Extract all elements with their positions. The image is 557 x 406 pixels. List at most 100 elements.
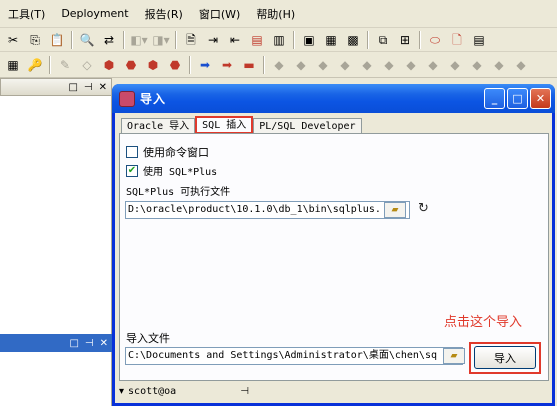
disabled-tool-3-icon[interactable]: ◆ — [314, 56, 332, 74]
toolbar-separator — [263, 55, 265, 74]
pdf-icon[interactable]: 🗋 — [448, 31, 466, 49]
secondary-toolbar: ▦ 🔑 ✎ ◇ ⬢ ⬣ ⬢ ⬣ ➡ ➡ ▬ ◆ ◆ ◆ ◆ ◆ ◆ ◆ ◆ ◆ … — [0, 52, 557, 78]
sqlplus-checkbox[interactable]: ✔ — [126, 164, 138, 177]
sqlplus-label: 使用 SQL*Plus — [143, 167, 218, 178]
maximize-button[interactable]: □ — [507, 88, 528, 109]
cmd-window-label: 使用命令窗口 — [143, 146, 209, 159]
window-icon[interactable]: ▣ — [300, 31, 318, 49]
panel-close-icon[interactable]: ✕ — [100, 338, 108, 349]
import-file-label: 导入文件 — [126, 332, 170, 345]
connection-dropdown-icon[interactable]: ▾ — [119, 386, 124, 397]
pin-icon[interactable]: ⊣ — [240, 386, 249, 397]
menu-bar: 工具(T) Deployment 报告(R) 窗口(W) 帮助(H) — [0, 0, 557, 28]
panel-pin-icon[interactable]: ⊣ — [85, 338, 94, 349]
toolbar-separator — [71, 30, 73, 49]
menu-tools[interactable]: 工具(T) — [0, 6, 53, 22]
disabled-tool-5-icon[interactable]: ◆ — [358, 56, 376, 74]
tab-pane: 使用命令窗口 ✔ 使用 SQL*Plus SQL*Plus 可执行文件 D:\o… — [119, 133, 549, 381]
cmd-window-checkbox[interactable] — [126, 146, 138, 158]
object-browser-area[interactable] — [0, 96, 112, 334]
cube-red-icon[interactable]: ⬢ — [100, 56, 118, 74]
disabled-tool-4-icon[interactable]: ◆ — [336, 56, 354, 74]
tile-icon[interactable]: ▦ — [322, 31, 340, 49]
disabled-tool-12-icon[interactable]: ◆ — [512, 56, 530, 74]
menu-window[interactable]: 窗口(W) — [191, 6, 248, 22]
tab-plsql-developer[interactable]: PL/SQL Developer — [253, 118, 362, 134]
car-icon[interactable]: ▬ — [240, 56, 258, 74]
tab-sql-insert[interactable]: SQL 插入 — [195, 116, 254, 134]
disabled-tool-8-icon[interactable]: ◆ — [424, 56, 442, 74]
left-docked-panel: □ ⊣ ✕ □ ⊣ ✕ — [0, 78, 112, 406]
cube-edit-icon[interactable]: ⬢ — [144, 56, 162, 74]
sqlplus-row[interactable]: ✔ 使用 SQL*Plus — [126, 163, 217, 178]
import-file-path-field[interactable]: C:\Documents and Settings\Administrator\… — [125, 347, 463, 365]
panel-header: □ ⊣ ✕ — [0, 78, 112, 96]
disabled-tool-11-icon[interactable]: ◆ — [490, 56, 508, 74]
import-dialog: 导入 _ □ ✕ Oracle 导入 SQL 插入 PL/SQL Develop… — [112, 84, 555, 406]
find-icon[interactable]: 🔍 — [78, 31, 96, 49]
arrow-right-icon[interactable]: ➡ — [196, 56, 214, 74]
app-icon — [119, 90, 135, 107]
window-list-area[interactable] — [0, 352, 112, 406]
sqlplus-browse-icon[interactable]: ▰ — [384, 202, 406, 218]
grid-icon[interactable]: ⊞ — [396, 31, 414, 49]
sqlplus-exe-label: SQL*Plus 可执行文件 — [126, 187, 231, 198]
connection-label[interactable]: scott@oa — [128, 386, 176, 397]
key-icon[interactable]: 🔑 — [26, 56, 44, 74]
refresh-icon[interactable]: ↻ — [418, 201, 429, 216]
disabled-tool-1-icon[interactable]: ◆ — [270, 56, 288, 74]
toolbar-separator — [367, 30, 369, 49]
properties-icon[interactable]: ▤ — [470, 31, 488, 49]
close-button[interactable]: ✕ — [530, 88, 551, 109]
dialog-title: 导入 — [140, 92, 167, 106]
cut-icon[interactable]: ✂ — [4, 31, 22, 49]
disabled-tool-6-icon[interactable]: ◆ — [380, 56, 398, 74]
tab-oracle-import[interactable]: Oracle 导入 — [121, 118, 196, 134]
sqlplus-path-field[interactable]: D:\oracle\product\10.1.0\db_1\bin\sqlplu… — [125, 201, 410, 219]
paste-icon[interactable]: 📋 — [48, 31, 66, 49]
disabled-tool-10-icon[interactable]: ◆ — [468, 56, 486, 74]
toolbar-separator — [189, 55, 191, 74]
toolbar-separator — [175, 30, 177, 49]
menu-reports[interactable]: 报告(R) — [137, 6, 191, 22]
cmd-window-row[interactable]: 使用命令窗口 — [126, 144, 209, 160]
layout-icon[interactable]: ⧉ — [374, 31, 392, 49]
panel-pin-icon[interactable]: ⊣ — [84, 82, 93, 93]
menu-help[interactable]: 帮助(H) — [248, 6, 303, 22]
main-toolbar: ✂ ⎘ 📋 🔍 ⇄ ◧▾ ◨▾ 🗎 ⇥ ⇤ ▤ ▥ ▣ ▦ ▩ ⧉ ⊞ ⬭ 🗋 … — [0, 28, 557, 52]
cascade-icon[interactable]: ▩ — [344, 31, 362, 49]
toolbar-separator — [123, 30, 125, 49]
stop-icon[interactable]: ⬭ — [426, 31, 444, 49]
arrow-right-red-icon[interactable]: ➡ — [218, 56, 236, 74]
uncomment-icon[interactable]: ▥ — [270, 31, 288, 49]
import-button[interactable]: 导入 — [474, 346, 536, 369]
copy-icon[interactable]: ⎘ — [26, 31, 44, 49]
replace-icon[interactable]: ⇄ — [100, 31, 118, 49]
toolbar-separator — [293, 30, 295, 49]
panel-maximize-icon[interactable]: □ — [68, 82, 77, 93]
dialog-titlebar[interactable]: 导入 _ □ ✕ — [112, 84, 555, 113]
indent-icon[interactable]: ⇥ — [204, 31, 222, 49]
import-file-browse-icon[interactable]: ▰ — [443, 348, 465, 364]
comment-icon[interactable]: ▤ — [248, 31, 266, 49]
panel-maximize-icon[interactable]: □ — [69, 338, 78, 349]
disabled-tool-7-icon[interactable]: ◆ — [402, 56, 420, 74]
eraser-icon[interactable]: ◇ — [78, 56, 96, 74]
toolbar-separator — [49, 55, 51, 74]
disabled-tool-9-icon[interactable]: ◆ — [446, 56, 464, 74]
menu-deployment[interactable]: Deployment — [53, 7, 136, 20]
panel-close-icon[interactable]: ✕ — [99, 82, 107, 93]
execute-icon[interactable]: ▦ — [4, 56, 22, 74]
wand-icon[interactable]: ✎ — [56, 56, 74, 74]
document-icon[interactable]: 🗎 — [182, 31, 200, 49]
dialog-statusbar: ▾ scott@oa ⊣ — [119, 383, 549, 399]
annotation-text: 点击这个导入 — [444, 315, 523, 330]
unindent-icon[interactable]: ⇤ — [226, 31, 244, 49]
cube-multi-icon[interactable]: ⬣ — [122, 56, 140, 74]
panel-header-active: □ ⊣ ✕ — [0, 334, 112, 352]
nav-back-icon[interactable]: ◧▾ — [130, 31, 148, 49]
nav-forward-icon[interactable]: ◨▾ — [152, 31, 170, 49]
minimize-button[interactable]: _ — [484, 88, 505, 109]
cube-tool-icon[interactable]: ⬣ — [166, 56, 184, 74]
disabled-tool-2-icon[interactable]: ◆ — [292, 56, 310, 74]
